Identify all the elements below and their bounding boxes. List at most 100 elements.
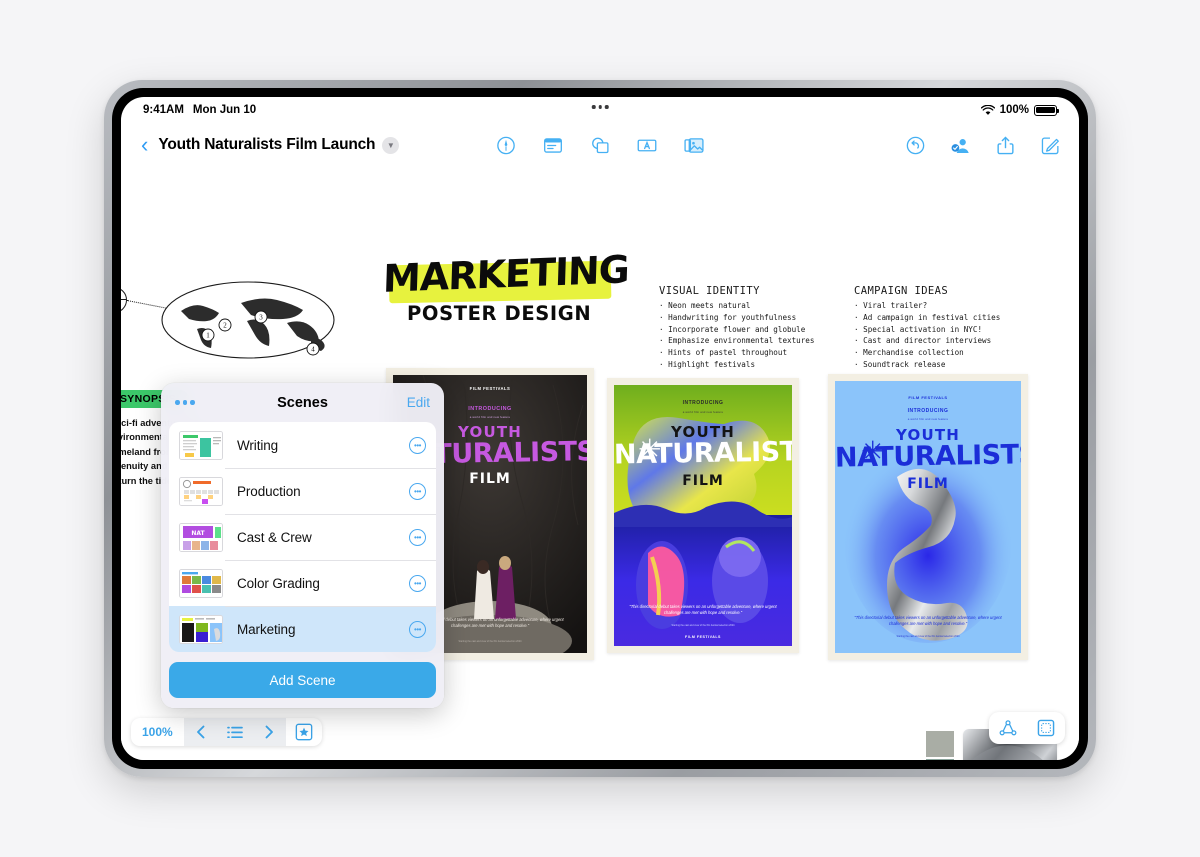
poster-quote: "This directorial debut takes viewers on… bbox=[854, 614, 1002, 626]
document-title: Youth Naturalists Film Launch bbox=[158, 136, 376, 153]
pen-circle-icon[interactable] bbox=[496, 135, 517, 156]
connect-nodes-button[interactable] bbox=[989, 712, 1027, 744]
zoom-level-button[interactable]: 100% bbox=[131, 718, 184, 746]
poster-quote: "This directorial debut takes viewers on… bbox=[629, 603, 777, 615]
ellipsis-circle-icon[interactable]: ••• bbox=[409, 574, 426, 592]
svg-text:4: 4 bbox=[311, 346, 315, 354]
scenes-title: Scenes bbox=[277, 394, 328, 411]
scene-thumbnail bbox=[179, 476, 223, 506]
scene-label: Production bbox=[237, 483, 301, 499]
note-item: Viral trailer? bbox=[854, 300, 1000, 312]
add-scene-button[interactable]: Add Scene bbox=[169, 662, 436, 698]
next-scene-button[interactable] bbox=[252, 718, 286, 746]
thumbnail-art bbox=[180, 431, 222, 459]
scene-thumbnail bbox=[179, 568, 223, 598]
scene-row-production[interactable]: Production ••• bbox=[169, 468, 436, 514]
screen: 9:41AM Mon Jun 10 100% ‹ Youth Naturalis… bbox=[121, 97, 1079, 760]
poster-kicker-sub: a world film and new feature bbox=[682, 410, 724, 414]
flower-icon: ✳ bbox=[638, 434, 662, 465]
scene-list-button[interactable] bbox=[218, 718, 252, 746]
scene-row-color-grading[interactable]: Color Grading ••• bbox=[169, 560, 436, 606]
note-item: Handwriting for youthfulness bbox=[659, 312, 814, 324]
poster-green-globule[interactable]: INTRODUCING a world film and new feature… bbox=[607, 378, 799, 653]
text-frame-icon[interactable] bbox=[637, 135, 658, 156]
svg-text:2: 2 bbox=[223, 322, 227, 330]
undo-icon[interactable] bbox=[905, 135, 926, 156]
flower-icon: ✳ bbox=[861, 436, 885, 467]
scene-row-marketing[interactable]: Marketing ••• bbox=[169, 606, 436, 652]
scene-label: Writing bbox=[237, 437, 279, 453]
wifi-icon bbox=[980, 104, 995, 115]
poster-blue-chrome[interactable]: FILM FESTIVALS INTRODUCING a world film … bbox=[828, 374, 1028, 660]
battery-icon bbox=[1034, 104, 1060, 116]
thumbnail-art bbox=[180, 477, 222, 505]
back-button[interactable]: ‹ bbox=[139, 134, 158, 156]
previous-scene-button[interactable] bbox=[184, 718, 218, 746]
poster-kicker: INTRODUCING bbox=[907, 408, 949, 414]
camera-dots bbox=[591, 105, 609, 109]
scene-thumbnail bbox=[179, 614, 223, 644]
compose-icon[interactable] bbox=[1040, 135, 1061, 156]
edit-button[interactable]: Edit bbox=[407, 395, 430, 410]
ellipsis-circle-icon[interactable]: ••• bbox=[409, 436, 426, 454]
color-swatch[interactable] bbox=[926, 731, 954, 757]
poster-kicker: INTRODUCING bbox=[682, 400, 724, 406]
note-item: Highlight festivals bbox=[659, 359, 814, 371]
person-check-icon[interactable] bbox=[950, 135, 971, 156]
poster-credit: Starring the cast and crew of the film f… bbox=[896, 635, 960, 639]
scene-label: Marketing bbox=[237, 621, 296, 637]
shapes-icon[interactable] bbox=[590, 135, 611, 156]
star-square-icon bbox=[295, 723, 313, 741]
status-time: 9:41AM bbox=[143, 104, 184, 116]
poster-title-bottom: FILM bbox=[907, 476, 949, 492]
color-swatch[interactable] bbox=[926, 759, 954, 760]
scenes-header: Scenes Edit bbox=[161, 383, 444, 422]
poster-credit: Starring the cast and crew of the film f… bbox=[671, 624, 735, 628]
poster-kicker-sub: a world film and new feature bbox=[907, 417, 949, 421]
grid-view-button[interactable] bbox=[1027, 712, 1065, 744]
svg-text:3: 3 bbox=[259, 314, 263, 322]
share-icon[interactable] bbox=[995, 135, 1016, 156]
right-toolbar bbox=[905, 135, 1061, 156]
note-item: Incorporate flower and globule bbox=[659, 324, 814, 336]
photos-icon[interactable] bbox=[684, 135, 705, 156]
scene-label: Color Grading bbox=[237, 575, 320, 591]
page-title: Youth Naturalists Film Launch ▼ bbox=[158, 136, 400, 154]
note-item: Ad campaign in festival cities bbox=[854, 312, 1000, 324]
marketing-heading-object[interactable]: MARKETING POSTER DESIGN bbox=[382, 247, 633, 325]
note-list: Neon meets natural Handwriting for youth… bbox=[659, 300, 814, 371]
note-campaign-ideas[interactable]: CAMPAIGN IDEAS Viral trailer? Ad campaig… bbox=[854, 285, 1000, 371]
scenes-popover[interactable]: Scenes Edit Writing ••• Production ••• N… bbox=[161, 383, 444, 708]
center-toolbar bbox=[496, 135, 705, 156]
chevron-left-icon bbox=[196, 725, 205, 739]
battery-percent: 100% bbox=[999, 104, 1029, 116]
thumbnail-art bbox=[180, 569, 222, 597]
thumbnail-art: NAT bbox=[180, 523, 222, 551]
favorite-button[interactable] bbox=[285, 718, 322, 746]
ellipsis-circle-icon[interactable]: ••• bbox=[409, 482, 426, 500]
world-map-object[interactable]: 1 2 3 4 bbox=[121, 273, 336, 368]
poster-title-bottom: FILM bbox=[682, 473, 724, 489]
nav-bar: ‹ Youth Naturalists Film Launch ▼ bbox=[121, 123, 1079, 167]
ipad-device-frame: 9:41AM Mon Jun 10 100% ‹ Youth Naturalis… bbox=[104, 80, 1096, 777]
ellipsis-circle-icon[interactable]: ••• bbox=[409, 528, 426, 546]
chevron-down-icon[interactable]: ▼ bbox=[382, 136, 400, 154]
status-date: Mon Jun 10 bbox=[192, 104, 257, 116]
scenes-list: Writing ••• Production ••• NAT Cast & Cr… bbox=[169, 422, 436, 652]
scene-thumbnail: NAT bbox=[179, 522, 223, 552]
ellipsis-circle-icon[interactable]: ••• bbox=[409, 620, 426, 638]
marketing-word: MARKETING bbox=[382, 247, 630, 301]
note-visual-identity[interactable]: VISUAL IDENTITY Neon meets natural Handw… bbox=[659, 285, 814, 371]
scene-row-writing[interactable]: Writing ••• bbox=[169, 422, 436, 468]
note-item: Hints of pastel throughout bbox=[659, 347, 814, 359]
status-bar: 9:41AM Mon Jun 10 100% bbox=[121, 97, 1079, 123]
grid-square-icon bbox=[1037, 719, 1055, 737]
note-item: Special activation in NYC! bbox=[854, 324, 1000, 336]
scene-thumbnail bbox=[179, 430, 223, 460]
note-item: Cast and director interviews bbox=[854, 335, 1000, 347]
more-dots-icon[interactable] bbox=[175, 400, 195, 405]
poster-artwork: FILM FESTIVALS INTRODUCING a world film … bbox=[835, 381, 1021, 653]
note-card-icon[interactable] bbox=[543, 135, 564, 156]
list-icon bbox=[226, 726, 243, 738]
scene-row-cast-crew[interactable]: NAT Cast & Crew ••• bbox=[169, 514, 436, 560]
